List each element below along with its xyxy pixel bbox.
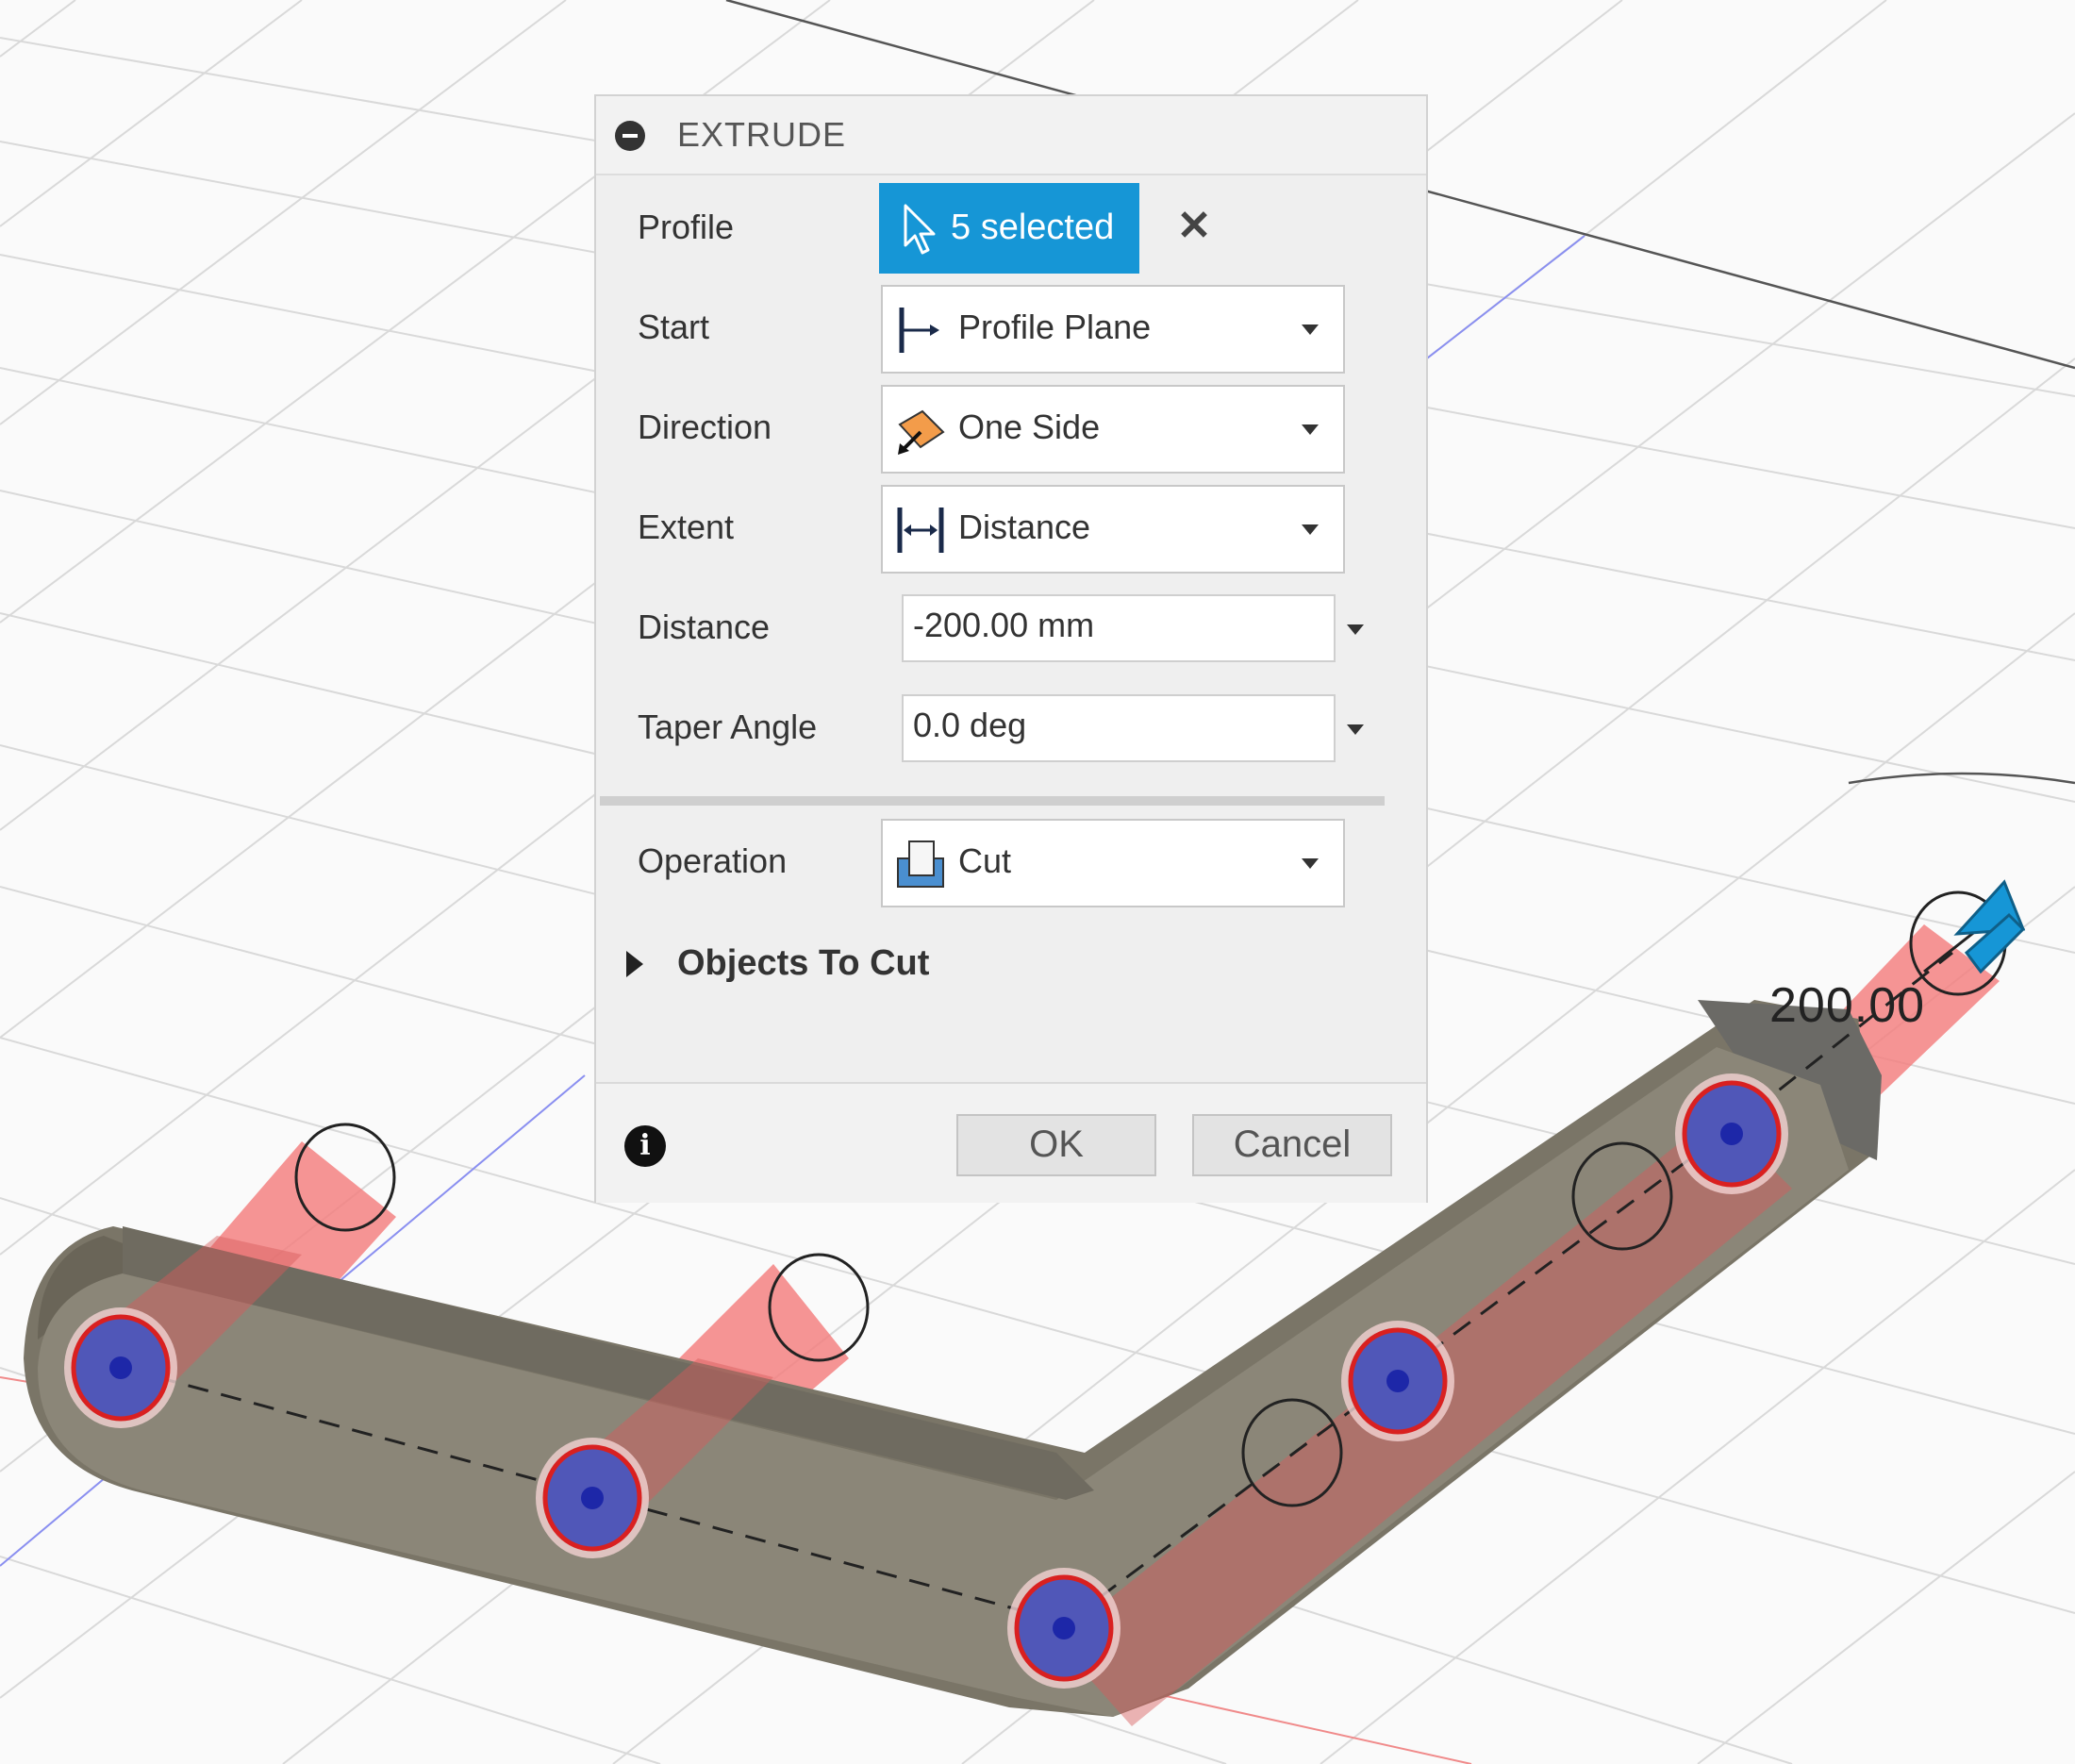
close-icon[interactable]: ✕: [1173, 206, 1215, 247]
profile-plane-icon: [899, 308, 939, 353]
chevron-down-icon: [1302, 524, 1319, 535]
chevron-down-icon: [1302, 858, 1319, 869]
ok-button[interactable]: OK: [956, 1114, 1156, 1176]
distance-icon: [897, 508, 944, 553]
profile-selection-button[interactable]: 5 selected: [879, 183, 1139, 274]
operation-label: Operation: [638, 841, 788, 880]
cursor-arrow-icon: [904, 204, 936, 255]
extent-dropdown[interactable]: Distance: [881, 485, 1345, 574]
direction-dropdown[interactable]: One Side: [881, 385, 1345, 474]
start-value: Profile Plane: [958, 308, 1152, 346]
distance-chevron-down-icon[interactable]: [1347, 624, 1364, 635]
extent-label: Extent: [638, 508, 735, 546]
collapse-icon[interactable]: [615, 121, 645, 151]
taper-angle-input[interactable]: 0.0 deg: [902, 694, 1336, 762]
operation-value: Cut: [958, 841, 1012, 880]
direction-value: One Side: [958, 408, 1101, 446]
distance-dimension-label[interactable]: 200.00: [1769, 977, 1925, 1034]
chevron-down-icon: [1302, 424, 1319, 435]
dialog-footer: i OK Cancel: [596, 1082, 1426, 1203]
distance-label: Distance: [638, 607, 771, 646]
expand-triangle-icon[interactable]: [626, 951, 643, 977]
cut-icon: [897, 840, 944, 888]
chevron-down-icon: [1302, 325, 1319, 335]
extent-value: Distance: [958, 508, 1091, 546]
distance-input[interactable]: -200.00 mm: [902, 594, 1336, 662]
start-dropdown[interactable]: Profile Plane: [881, 285, 1345, 374]
profile-label: Profile: [638, 208, 735, 246]
objects-to-cut-section[interactable]: Objects To Cut: [677, 943, 929, 984]
taper-chevron-down-icon[interactable]: [1347, 724, 1364, 735]
taper-angle-label: Taper Angle: [638, 707, 818, 746]
one-side-icon: [898, 409, 945, 455]
operation-dropdown[interactable]: Cut: [881, 819, 1345, 907]
dialog-header: EXTRUDE: [596, 96, 1426, 175]
section-divider: [600, 796, 1385, 806]
direction-label: Direction: [638, 408, 772, 446]
dialog-title: EXTRUDE: [677, 115, 847, 154]
start-label: Start: [638, 308, 710, 346]
info-icon[interactable]: i: [624, 1125, 666, 1167]
profile-selection-count: 5 selected: [951, 208, 1115, 247]
cancel-button[interactable]: Cancel: [1192, 1114, 1392, 1176]
extrude-dialog: EXTRUDE Profile 5 selected ✕ Start Profi…: [594, 94, 1428, 1203]
